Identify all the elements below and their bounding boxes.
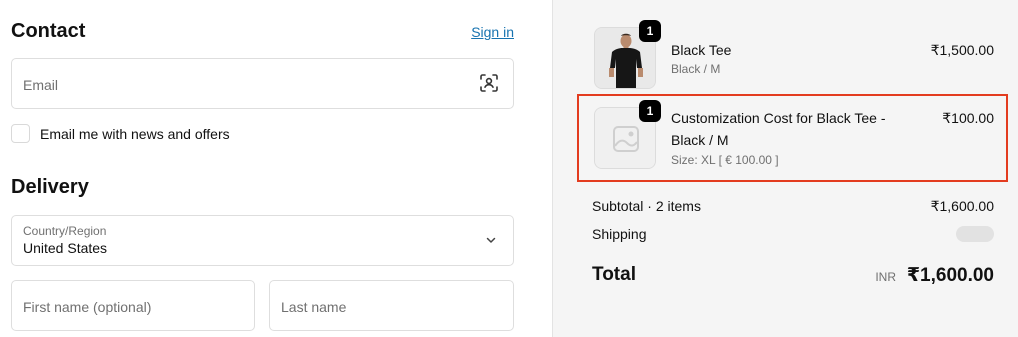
black-tee-thumbnail: 1 [594, 20, 661, 89]
checkout-form: Contact Sign in Email Email me with news… [0, 0, 552, 337]
sign-in-link[interactable]: Sign in [471, 24, 514, 40]
order-summary: 1 Black Tee Black / M ₹1,500.00 1 Custom… [552, 0, 1018, 337]
quantity-badge: 1 [639, 100, 661, 122]
chevron-down-icon [486, 237, 496, 243]
item-variant: Size: XL [ € 100.00 ] [671, 153, 779, 167]
email-placeholder: Email [23, 77, 59, 93]
item-price: ₹100.00 [942, 110, 994, 126]
customization-thumbnail: 1 [594, 100, 661, 169]
item-variant: Black / M [671, 62, 721, 76]
total-value: ₹1,600.00 [906, 265, 994, 286]
newsletter-label: Email me with news and offers [40, 126, 230, 142]
quantity-badge: 1 [639, 20, 661, 42]
shipping-label: Shipping [592, 226, 647, 242]
currency-code: INR [875, 270, 896, 284]
total-label: Total [592, 264, 636, 285]
item-price: ₹1,500.00 [930, 42, 994, 58]
country-value: United States [23, 240, 108, 256]
email-field[interactable]: Email [11, 58, 514, 109]
country-label: Country/Region [23, 224, 107, 238]
item-title: Black Tee [671, 42, 732, 58]
subtotal-value: ₹1,600.00 [930, 198, 994, 214]
last-name-field[interactable]: Last name [269, 280, 514, 331]
last-name-placeholder: Last name [281, 299, 347, 315]
first-name-placeholder: First name (optional) [23, 299, 152, 315]
country-select[interactable]: Country/Region United States [11, 215, 514, 266]
item-title-line-2: Black / M [671, 132, 729, 148]
first-name-field[interactable]: First name (optional) [11, 280, 255, 331]
delivery-heading: Delivery [11, 176, 89, 198]
item-title-line-1: Customization Cost for Black Tee - [671, 110, 886, 126]
contact-heading: Contact [11, 20, 86, 42]
subtotal-label: Subtotal · 2 items [592, 198, 701, 214]
newsletter-checkbox[interactable] [11, 124, 30, 143]
shipping-loading-placeholder [956, 226, 994, 242]
contact-scan-icon[interactable] [479, 73, 499, 93]
